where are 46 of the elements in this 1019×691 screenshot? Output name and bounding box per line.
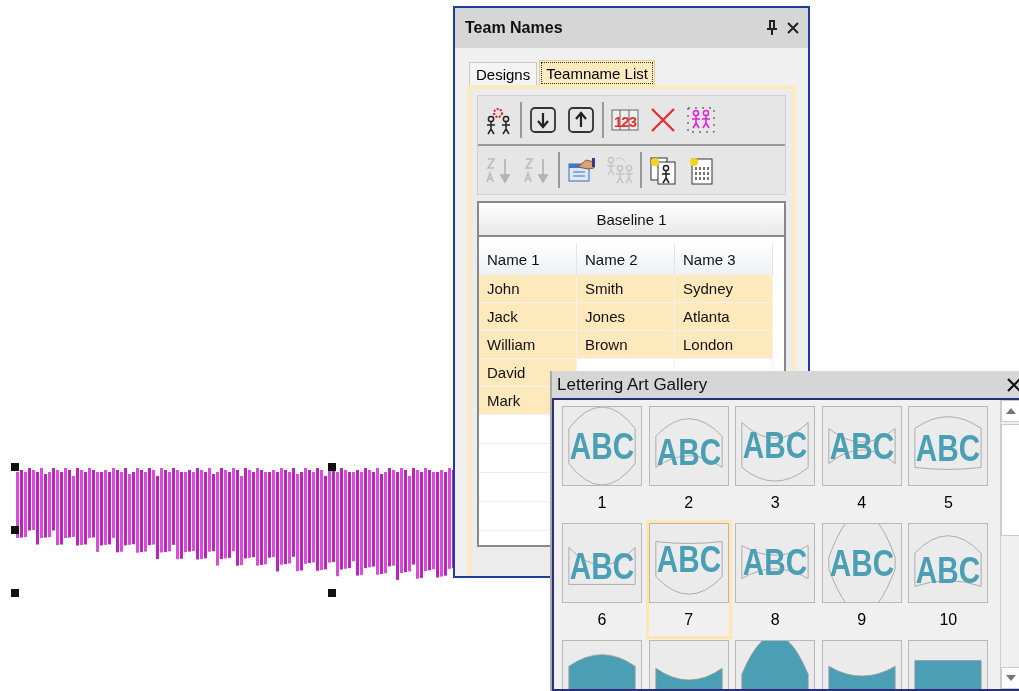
table-cell[interactable]: John [479,275,577,303]
selection-handle[interactable] [328,463,336,471]
lettering-preview: ABC [735,406,816,486]
table-cell[interactable]: William [479,331,577,359]
gallery-item[interactable]: ABC 10 [905,520,992,639]
tab[interactable]: Teamname List [539,60,655,86]
panel-title: Team Names [465,19,564,37]
table-cell[interactable]: London [675,331,773,359]
lettering-preview: ABC [648,406,729,486]
lettering-preview: ABC [648,523,729,603]
pin-icon[interactable] [766,20,778,36]
gallery-item[interactable]: ABC 9 [818,520,905,639]
table-cell[interactable]: Jack [479,303,577,331]
close-icon[interactable] [786,21,800,35]
scrollbar[interactable] [1000,400,1019,689]
gallery-item[interactable]: ABC 2 [645,403,732,522]
scroll-down-icon[interactable] [1001,667,1019,689]
gallery-item[interactable]: ABC 4 [818,403,905,522]
column-header[interactable]: Name 2 [577,243,675,275]
gallery-item[interactable]: ABC 7 [645,520,732,639]
table-cell[interactable]: Jones [577,303,675,331]
tab[interactable]: Designs [469,62,538,86]
table-cell[interactable]: Brown [577,331,675,359]
scroll-thumb[interactable] [1001,424,1019,536]
selection-handle[interactable] [11,589,19,597]
selection-handle[interactable] [328,589,336,597]
table-cell[interactable]: Smith [577,275,675,303]
table-cell[interactable]: Sydney [675,275,773,303]
gallery-item[interactable]: ABC 6 [559,520,645,639]
gallery-item[interactable]: ABC 3 [732,403,819,522]
selection-handle[interactable] [11,526,19,534]
table-cell[interactable]: Atlanta [675,303,773,331]
lettering-preview: ABC [562,523,642,603]
lettering-preview: ABC [821,406,902,486]
lettering-preview: ABC [908,523,989,603]
lettering-preview: ABC [735,523,816,603]
column-header[interactable]: Name 3 [675,243,773,275]
selection-handle[interactable] [11,463,19,471]
scroll-up-icon[interactable] [1001,400,1019,422]
gallery-item[interactable]: ABC 5 [905,403,992,522]
close-icon[interactable] [1007,377,1019,392]
gallery-item[interactable]: ABC 8 [732,520,819,639]
lettering-preview: ABC [562,406,642,486]
lettering-preview: ABC [908,406,989,486]
column-header[interactable]: Name 1 [479,243,577,275]
lettering-preview: ABC [821,523,902,603]
